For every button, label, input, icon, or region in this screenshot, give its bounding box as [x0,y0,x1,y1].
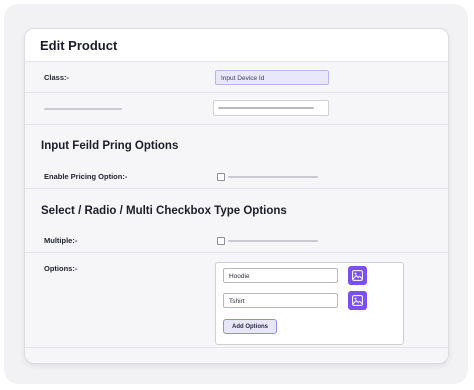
select-section-title: Select / Radio / Multi Checkbox Type Opt… [41,205,287,217]
card-header: Edit Product [25,29,448,62]
select-section [25,189,448,253]
add-options-button[interactable]: Add Options [223,319,277,334]
class-label: Class:- [44,73,70,82]
pricing-section-title: Input Feild Pring Options [41,140,179,152]
options-box: Hoodie Tshirt Add Options [215,262,404,345]
image-upload-button[interactable] [348,291,367,310]
placeholder-input-line [218,107,314,109]
image-upload-button[interactable] [348,266,367,285]
placeholder-label-line [44,108,122,110]
card-title: Edit Product [40,38,118,53]
multiple-line [228,240,318,242]
option-input-hoodie[interactable]: Hoodie [223,268,338,283]
class-input[interactable]: Input Device Id [215,70,329,85]
image-icon [352,270,363,281]
enable-pricing-checkbox[interactable] [217,173,225,181]
multiple-label: Multiple:- [44,236,78,245]
options-label: Options:- [44,264,78,273]
image-icon [352,295,363,306]
multiple-checkbox[interactable] [217,237,225,245]
enable-pricing-line [228,176,318,178]
enable-pricing-label: Enable Pricing Option:- [44,172,128,181]
placeholder-input[interactable] [213,100,329,116]
edit-product-card: Edit Product Class:- Input Device Id Inp… [24,28,449,364]
option-input-tshirt[interactable]: Tshirt [223,293,338,308]
